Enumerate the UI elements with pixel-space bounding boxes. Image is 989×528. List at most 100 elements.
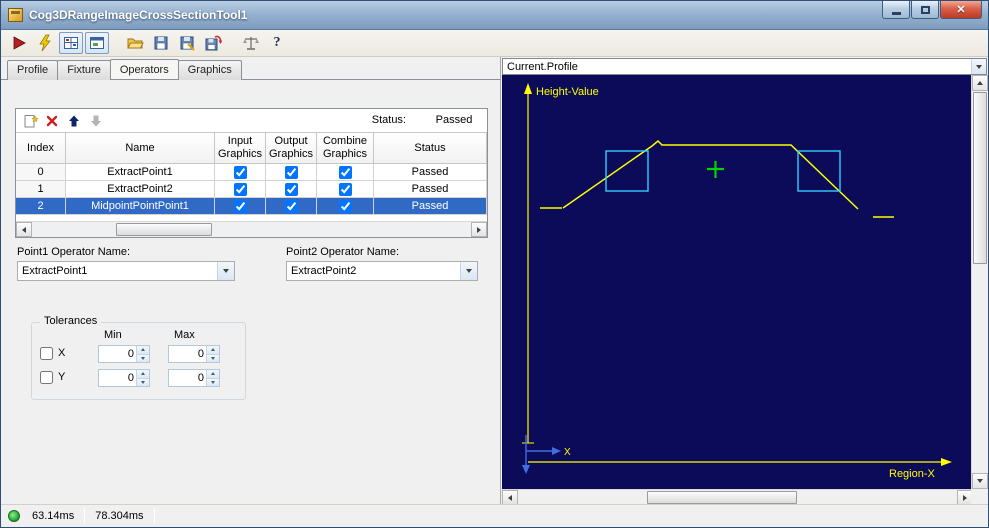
combine-graphics-checkbox[interactable] xyxy=(338,182,352,196)
scroll-right-arrow[interactable] xyxy=(471,222,487,237)
output-graphics-checkbox[interactable] xyxy=(284,199,298,213)
tolerance-x-checkbox[interactable] xyxy=(40,347,53,360)
balance-button[interactable] xyxy=(239,32,263,54)
table-row-selected[interactable]: 2 MidpointPointPoint1 Passed xyxy=(16,198,487,215)
display-record-selector[interactable]: Current.Profile xyxy=(502,58,987,75)
save-button[interactable] xyxy=(149,32,173,54)
move-down-button[interactable] xyxy=(86,111,106,130)
window-frame-icon xyxy=(90,37,104,49)
close-button[interactable]: ✕ xyxy=(940,1,982,19)
import-button[interactable] xyxy=(201,32,225,54)
grid-horizontal-scrollbar[interactable] xyxy=(16,221,487,237)
input-graphics-checkbox[interactable] xyxy=(233,182,247,196)
record-display-panel: Current.Profile Height-Value Region-X X xyxy=(500,57,988,506)
col-header-index[interactable]: Index xyxy=(16,133,66,164)
statusbar-divider xyxy=(153,508,155,524)
scroll-down-arrow[interactable] xyxy=(972,473,988,489)
tolerances-title: Tolerances xyxy=(40,315,102,327)
spin-down-icon[interactable] xyxy=(137,354,149,362)
profile-display[interactable]: Height-Value Region-X X xyxy=(502,75,973,489)
scroll-up-arrow[interactable] xyxy=(972,75,988,91)
tab-profile[interactable]: Profile xyxy=(7,60,59,80)
status-label: Status: xyxy=(371,114,406,126)
input-graphics-checkbox[interactable] xyxy=(233,165,247,179)
display-vertical-scrollbar[interactable] xyxy=(971,75,988,489)
tolerance-y-min-spinner[interactable] xyxy=(98,369,150,387)
open-folder-icon xyxy=(127,38,144,49)
scroll-left-arrow[interactable] xyxy=(502,490,518,505)
col-header-output[interactable]: Output Graphics xyxy=(266,133,317,164)
main-area: Profile Fixture Operators Graphics Statu… xyxy=(1,57,988,506)
cell-name: ExtractPoint2 xyxy=(66,181,215,198)
cell-status: Passed xyxy=(374,181,487,198)
output-graphics-checkbox[interactable] xyxy=(284,165,298,179)
spin-down-icon[interactable] xyxy=(207,354,219,362)
maximize-button[interactable] xyxy=(911,1,939,19)
tolerance-x-min-input[interactable] xyxy=(99,346,136,362)
dropdown-arrow-icon[interactable] xyxy=(460,262,477,280)
display-record-value: Current.Profile xyxy=(507,61,578,73)
combine-graphics-checkbox[interactable] xyxy=(338,165,352,179)
point1-operator-combobox[interactable]: ExtractPoint1 xyxy=(17,261,235,281)
tolerance-x-label: X xyxy=(58,347,66,359)
scroll-left-arrow[interactable] xyxy=(16,222,32,237)
table-row[interactable]: 1 ExtractPoint2 Passed xyxy=(16,181,487,198)
cell-status: Passed xyxy=(374,164,487,181)
status-value: Passed xyxy=(435,114,473,126)
grid-toggle-button[interactable] xyxy=(59,32,83,54)
live-run-button[interactable] xyxy=(33,32,57,54)
tolerance-y-label: Y xyxy=(58,371,66,383)
tolerances-groupbox: Tolerances Min Max X Y xyxy=(31,315,246,400)
tolerance-x-max-spinner[interactable] xyxy=(168,345,220,363)
tab-operators[interactable]: Operators xyxy=(109,59,179,79)
add-operator-button[interactable] xyxy=(20,111,40,130)
arrow-down-icon xyxy=(91,115,101,126)
open-file-button[interactable] xyxy=(123,32,147,54)
titlebar[interactable]: Cog3DRangeImageCrossSectionTool1 ✕ xyxy=(1,1,988,30)
tool-edit-window: Cog3DRangeImageCrossSectionTool1 ✕ ? Pro… xyxy=(0,0,989,528)
output-graphics-checkbox[interactable] xyxy=(284,182,298,196)
spin-down-icon[interactable] xyxy=(137,378,149,386)
spin-down-icon[interactable] xyxy=(207,378,219,386)
minimize-button[interactable] xyxy=(882,1,910,19)
move-up-button[interactable] xyxy=(64,111,84,130)
run-button[interactable] xyxy=(7,32,31,54)
col-header-input[interactable]: Input Graphics xyxy=(215,133,266,164)
delete-operator-button[interactable] xyxy=(42,111,62,130)
dropdown-arrow-icon[interactable] xyxy=(971,59,986,74)
spin-up-icon[interactable] xyxy=(137,370,149,379)
table-row[interactable]: 0 ExtractPoint1 Passed xyxy=(16,164,487,181)
arrow-up-icon xyxy=(69,115,79,126)
spin-up-icon[interactable] xyxy=(207,370,219,379)
point2-operator-combobox[interactable]: ExtractPoint2 xyxy=(286,261,478,281)
col-header-combine[interactable]: Combine Graphics xyxy=(317,133,374,164)
help-button[interactable]: ? xyxy=(265,32,289,54)
tolerance-x-min-spinner[interactable] xyxy=(98,345,150,363)
scroll-thumb[interactable] xyxy=(647,491,797,504)
spin-up-icon[interactable] xyxy=(207,346,219,355)
combine-graphics-checkbox[interactable] xyxy=(338,199,352,213)
display-background xyxy=(502,75,973,489)
cell-name: ExtractPoint1 xyxy=(66,164,215,181)
tolerance-x-max-input[interactable] xyxy=(169,346,206,362)
tolerance-y-checkbox[interactable] xyxy=(40,371,53,384)
tab-graphics[interactable]: Graphics xyxy=(177,60,242,80)
col-header-status[interactable]: Status xyxy=(374,133,487,164)
dropdown-arrow-icon[interactable] xyxy=(217,262,234,280)
window-icon[interactable] xyxy=(8,8,23,22)
spin-up-icon[interactable] xyxy=(137,346,149,355)
cell-status: Passed xyxy=(374,198,487,215)
tolerance-y-max-input[interactable] xyxy=(169,370,206,386)
scroll-thumb[interactable] xyxy=(116,223,212,236)
tolerance-y-max-spinner[interactable] xyxy=(168,369,220,387)
input-graphics-checkbox[interactable] xyxy=(233,199,247,213)
scroll-thumb[interactable] xyxy=(973,92,987,264)
float-window-button[interactable] xyxy=(85,32,109,54)
tab-fixture[interactable]: Fixture xyxy=(57,60,111,80)
left-panel: Profile Fixture Operators Graphics Statu… xyxy=(1,57,500,506)
max-header: Max xyxy=(174,329,195,341)
statusbar-divider xyxy=(84,508,86,524)
tolerance-y-min-input[interactable] xyxy=(99,370,136,386)
save-as-button[interactable] xyxy=(175,32,199,54)
col-header-name[interactable]: Name xyxy=(66,133,215,164)
